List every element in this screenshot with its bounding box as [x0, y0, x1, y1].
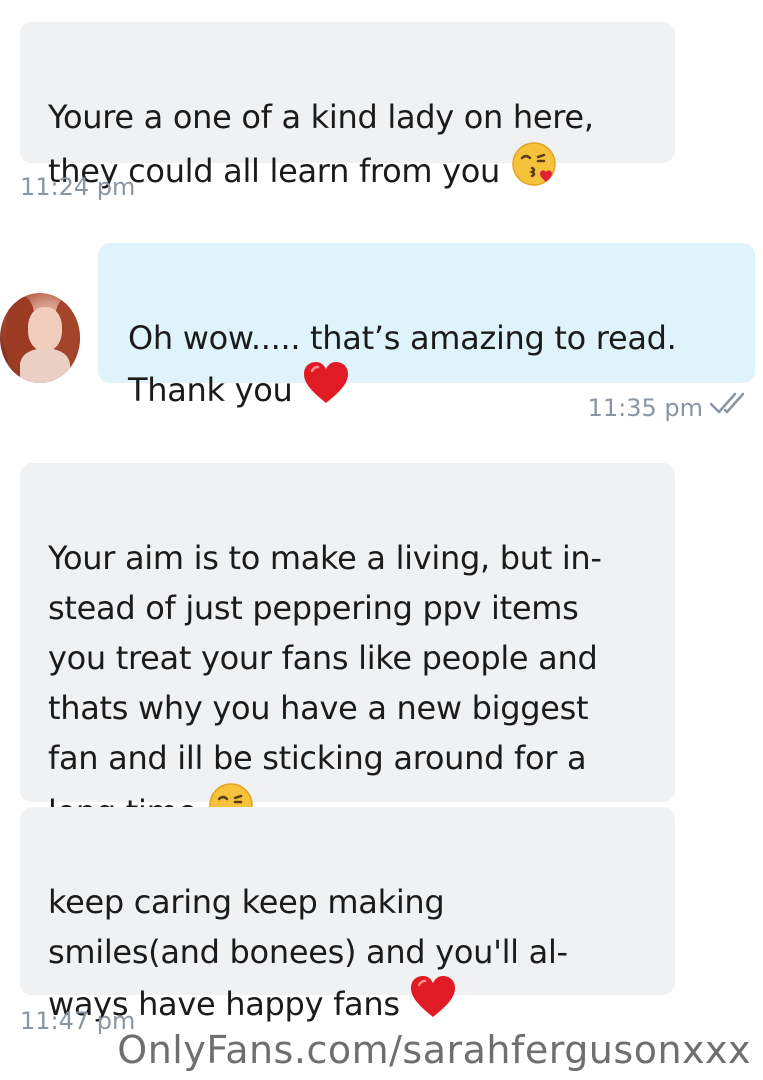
- message-timestamp: 11:24 pm: [20, 173, 136, 201]
- message-text: Your aim is to make a living, but in- st…: [48, 539, 602, 831]
- outgoing-message-bubble[interactable]: Oh wow..... that’s amazing to read. Than…: [98, 243, 755, 409]
- incoming-message-bubble[interactable]: Your aim is to make a living, but in- st…: [20, 463, 675, 831]
- message-text: keep caring keep making smiles(and bonee…: [48, 883, 568, 1023]
- incoming-message-bubble[interactable]: keep caring keep making smiles(and bonee…: [20, 807, 675, 1023]
- avatar[interactable]: [0, 293, 80, 383]
- kissing-face-icon: [510, 140, 558, 202]
- red-heart-icon: [303, 361, 349, 419]
- watermark-text: OnlyFans.com/sarahfergusonxxx: [117, 1028, 751, 1072]
- incoming-message-bubble[interactable]: Youre a one of a kind lady on here, they…: [20, 22, 675, 190]
- red-heart-icon: [410, 975, 456, 1033]
- message-timestamp-row: 11:35 pm: [587, 392, 755, 425]
- chat-thread: Youre a one of a kind lady on here, they…: [0, 0, 763, 1080]
- message-timestamp: 11:35 pm: [587, 394, 703, 422]
- read-double-check-icon: [709, 392, 755, 423]
